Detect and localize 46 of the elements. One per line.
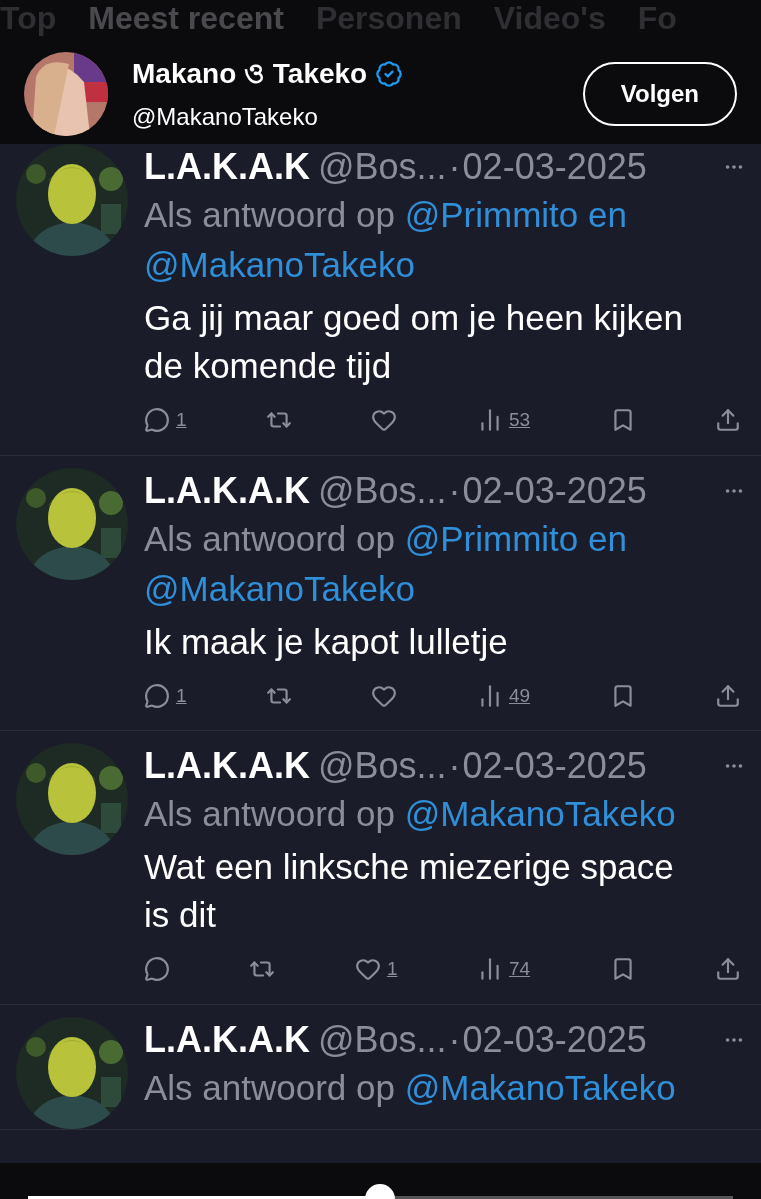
tweet-date: 02-03-2025 bbox=[462, 468, 647, 513]
profile-name: Makano ও Takeko bbox=[132, 57, 368, 91]
tweet-text: Ga jij maar goed om je heen kijken de komende tijd bbox=[144, 297, 684, 387]
author-handle: @Bos... bbox=[318, 468, 447, 513]
mention-link[interactable]: @Primmito en bbox=[404, 518, 627, 558]
reply-context: Als antwoord op @Primmito en @MakanoTakeko bbox=[144, 517, 628, 610]
share-icon[interactable] bbox=[715, 682, 741, 709]
separator: · bbox=[448, 744, 461, 788]
reply-count: 1 bbox=[176, 683, 187, 708]
view-count: 49 bbox=[508, 683, 531, 708]
author-handle: @Bos... bbox=[318, 744, 447, 788]
mention-link[interactable]: @MakanoTakeko bbox=[404, 1067, 676, 1107]
mention-link[interactable]: @MakanoTakeko bbox=[144, 568, 415, 608]
reply-context: Als antwoord op @Primmito en @MakanoTakeko bbox=[144, 194, 628, 286]
author-name: L.A.K.A.K bbox=[144, 145, 310, 189]
author-handle: @Bos... bbox=[318, 145, 447, 189]
like-icon[interactable] bbox=[354, 956, 381, 983]
separator: · bbox=[448, 1017, 461, 1062]
share-icon[interactable] bbox=[715, 407, 741, 434]
like-icon[interactable] bbox=[371, 407, 398, 434]
follow-button[interactable]: Volgen bbox=[582, 62, 737, 126]
view-count: 74 bbox=[508, 957, 531, 981]
tweet-date: 02-03-2025 bbox=[462, 744, 647, 788]
reply-count: 1 bbox=[176, 408, 187, 432]
author-name: L.A.K.A.K bbox=[144, 744, 310, 788]
tweet-text: Wat een linksche miezerige space is dit bbox=[144, 846, 675, 936]
view-count: 53 bbox=[508, 408, 531, 432]
profile-handle: @MakanoTakeko bbox=[132, 102, 319, 132]
mention-link[interactable]: @MakanoTakeko bbox=[144, 245, 415, 284]
mention-link[interactable]: @Primmito en bbox=[404, 195, 627, 234]
like-count: 1 bbox=[386, 957, 398, 981]
separator: · bbox=[448, 468, 461, 513]
tweet-text: Ik maak je kapot lulletje bbox=[144, 620, 509, 663]
tweet-date: 02-03-2025 bbox=[462, 145, 647, 189]
author-name: L.A.K.A.K bbox=[144, 1017, 310, 1062]
share-icon[interactable] bbox=[715, 956, 741, 983]
reply-icon[interactable] bbox=[144, 956, 170, 983]
tweet-date: 02-03-2025 bbox=[462, 1017, 647, 1062]
author-handle: @Bos... bbox=[318, 1017, 447, 1062]
mention-link[interactable]: @MakanoTakeko bbox=[404, 794, 676, 833]
reply-icon[interactable] bbox=[144, 407, 170, 434]
reply-icon[interactable] bbox=[144, 682, 170, 709]
reply-context: Als antwoord op @MakanoTakeko bbox=[144, 1066, 677, 1109]
author-name: L.A.K.A.K bbox=[144, 468, 310, 513]
separator: · bbox=[448, 145, 461, 189]
reply-context: Als antwoord op @MakanoTakeko bbox=[144, 793, 677, 835]
